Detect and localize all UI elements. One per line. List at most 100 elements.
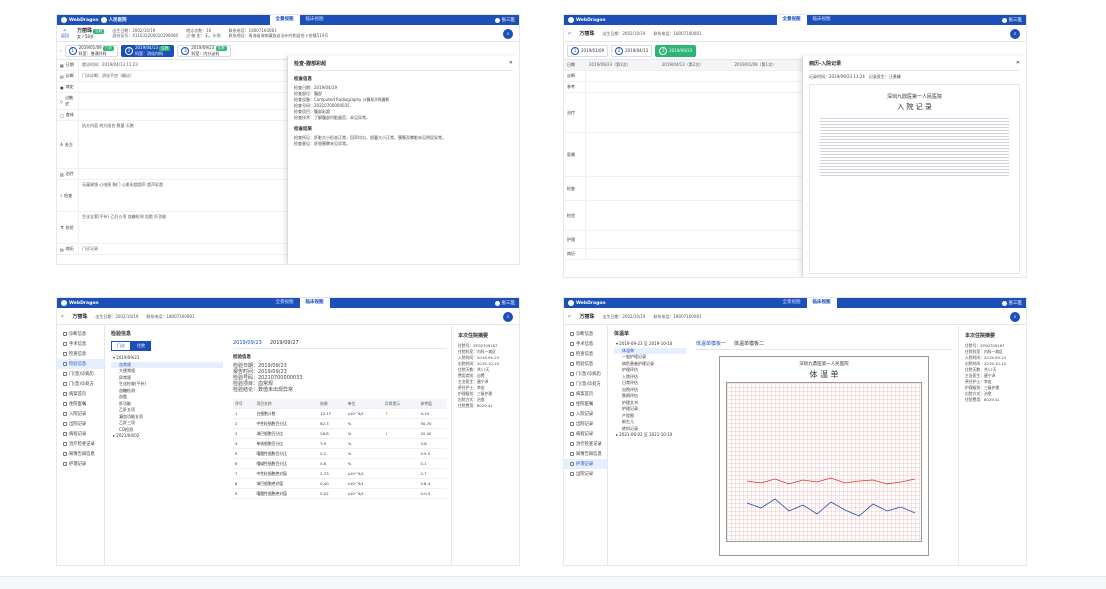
visit-step-2[interactable]: 2 2019/04/13 [611,44,653,57]
sidebar-item-discharge-2[interactable]: 出院记录 [564,469,607,479]
tree-date[interactable]: ▸ 2021-06-02 至 2021-10-10 [614,432,686,439]
search-icon[interactable]: ⌕ [503,312,513,322]
sidebar-item-nursing[interactable]: 护理记录 [564,459,607,469]
sidebar-item-exam[interactable]: 检查信息 [57,349,104,359]
patient-header: ↶ 万丽珠 出生日期：2002/10/19 联系电话：18007160081 ⌕ [564,308,1026,325]
sidebar-item-surgery[interactable]: 手术信息 [564,339,607,349]
doc-icon [570,342,574,346]
visit-step-3[interactable]: 3 2019/09/23 住院 科室：内分泌科 [177,44,231,57]
close-icon[interactable]: ✕ [509,60,513,67]
date-tab[interactable]: 2019/09/27 [270,340,299,346]
back-button[interactable]: ↶ 返回 [61,28,69,38]
sidebar-item-outpatient-rx[interactable]: 门(急)诊处方 [57,379,104,389]
sidebar-item-diagnosis[interactable]: 诊断信息 [564,329,607,339]
close-icon[interactable]: ✕ [1016,60,1020,67]
sidebar-item-admission[interactable]: 入院记录 [564,409,607,419]
sidebar-item-orders[interactable]: 住院医嘱 [564,399,607,409]
tab-overview[interactable]: 全景视图 [269,15,300,25]
sidebar-item-front-page[interactable]: 病案首页 [57,389,104,399]
doc-icon [63,392,67,396]
stay-summary: 本次住院摘要 住院号：ZY00709167 住院科室：内科一病区 入院时间：20… [958,326,1026,565]
pill-icon: ♁ [60,142,63,147]
compare-row-lab: 检验 [564,201,805,231]
sidebar-menu: 诊断信息 手术信息 检查信息 检验信息 门(急)诊病历 门(急)诊处方 病案首页… [57,326,105,565]
visit-step-3[interactable]: 3 2019/09/23 [655,44,697,57]
page-title: 体温单 [614,331,630,337]
sidebar-item-lab[interactable]: 检验信息 [564,359,607,369]
template-tab-1[interactable]: 体温单模板一 [696,340,726,347]
screenshot-overview-exam-drawer: WebDragon 人民医院 全景视图 临床视图 张三医 ↶ 返回 万丽珠 住院女 /… [56,14,520,265]
user-menu[interactable]: 张三医 [494,300,515,306]
sidebar-item-progress[interactable]: 病程记录 [57,429,104,439]
lab-panel: 检验信息 门诊 住院 ▾ 2019/09/23 血常规 大便常规 尿常规 生化检查… [107,326,227,565]
user-menu[interactable]: 张三医 [494,17,515,23]
doc-icon [63,442,67,446]
visit-step-2[interactable]: 2 2019/04/13 住院 科室：消化内科 [120,44,175,57]
table-row: 1 白细胞计数 10.17 x10^9/L ↑ 4-10 [233,408,447,419]
back-button[interactable]: ↶ [61,314,64,319]
search-icon[interactable]: ⌕ [1010,29,1020,39]
date-tab[interactable]: 2019/09/23 [233,340,262,346]
sidebar-item-consent[interactable]: 知情告知信息 [564,449,607,459]
visit-step-1[interactable]: 1 2019/01/09 [567,44,609,57]
sidebar-item-consent[interactable]: 知情告知信息 [57,449,104,459]
tab-clinical[interactable]: 临床视图 [299,298,330,308]
table-row: 7 中性粒细胞绝对值 2.73 x10^9/L 2-7 [233,468,447,479]
calendar-icon: ▦ [60,62,64,68]
table-row: 3 淋巴细胞百分比 26.8% ↓ 20-40 [233,428,447,439]
sidebar-item-outpatient-record[interactable]: 门(急)诊病历 [57,369,104,379]
sidebar-item-treatment[interactable]: 治疗检查记录 [564,439,607,449]
compare-row-nursing: 护理 [564,231,805,249]
patient-header: ↶ 万丽珠 出生日期：2002/10/19 联系电话：18007160081 ⌕ [564,25,1026,42]
tab-overview[interactable]: 全景视图 [777,298,807,308]
summary-title: 本次住院摘要 [458,333,489,339]
visit-step-1[interactable]: 1 2019/01/09 门诊 科室：普通外科 [64,44,118,57]
sidebar-item-discharge[interactable]: 出院记录 [57,419,104,429]
prev-visit-button[interactable]: ‹ [60,48,62,53]
tab-overview[interactable]: 全景视图 [776,15,807,25]
stay-summary: 本次住院摘要 住院号：ZY00709167 住院科室：内科一病区 入院时间：20… [451,326,519,565]
compare-row-ref: 参考 [564,82,805,93]
sidebar-item-treatment[interactable]: 治疗检查记录 [57,439,104,449]
compare-row-exam: 检查 [564,177,805,201]
avatar [1001,17,1007,23]
tree-date[interactable]: ▸ 2021/04/02 [111,433,223,440]
lab-tree: ▾ 2019/09/23 血常规 大便常规 尿常规 生化检查(平补) 血糖检测 … [111,355,223,440]
temperature-curve [746,477,916,517]
top-nav-bar: WebDragon 全景视图 临床视图 张三医 [57,298,519,308]
template-tab-2[interactable]: 体温单模板二 [734,340,764,347]
sidebar-item-front-page[interactable]: 病案首页 [564,389,607,399]
tab-clinical[interactable]: 临床视图 [807,15,837,25]
exam-detail-drawer: 检查-腹部彩超 ✕ 检查信息 检查日期：2019/04/19 检查部位：腹部 检查… [287,56,519,264]
doc-icon [570,352,574,356]
back-button[interactable]: ↶ [568,314,571,319]
tab-overview[interactable]: 全景视图 [270,298,300,308]
doc-icon [570,402,574,406]
sidebar-item-surgery[interactable]: 手术信息 [57,339,104,349]
search-icon[interactable]: ⌕ [1010,312,1020,322]
compare-row-treatment: 治疗 [564,93,805,133]
user-menu[interactable]: 张三医 [1001,300,1022,306]
doc-icon [570,432,574,436]
back-button[interactable]: ↶ [568,31,571,36]
compare-header: 日期 2019/09/23（第3次） 2019/04/13（第2次） 2019/01/… [564,60,805,71]
sidebar-item-diagnosis[interactable]: 诊断信息 [57,329,104,339]
tab-clinical[interactable]: 临床视图 [300,15,330,25]
sidebar-item-discharge[interactable]: 出院记录 [564,419,607,429]
table-row: 4 单核细胞百分比 3.9% 3-8 [233,438,447,449]
sidebar-item-progress[interactable]: 病程记录 [564,429,607,439]
sidebar-item-lab[interactable]: 检验信息 [57,359,104,369]
sidebar-item-outpatient-record[interactable]: 门(急)诊病历 [564,369,607,379]
search-icon[interactable]: ⌕ [503,29,513,39]
tab-clinical[interactable]: 临床视图 [806,298,837,308]
sidebar-item-exam[interactable]: 检查信息 [564,349,607,359]
user-menu[interactable]: 张三医 [1001,17,1022,23]
seg-outpatient[interactable]: 门诊 [111,341,131,351]
seg-inpatient[interactable]: 住院 [131,341,151,351]
sidebar-item-admission[interactable]: 入院记录 [57,409,104,419]
sidebar-item-orders[interactable]: 住院医嘱 [57,399,104,409]
doc-icon [570,372,574,376]
app-logo: WebDragon [61,300,99,306]
sidebar-item-nursing[interactable]: 护理记录 [57,459,104,469]
sidebar-item-outpatient-rx[interactable]: 门(急)诊处方 [564,379,607,389]
